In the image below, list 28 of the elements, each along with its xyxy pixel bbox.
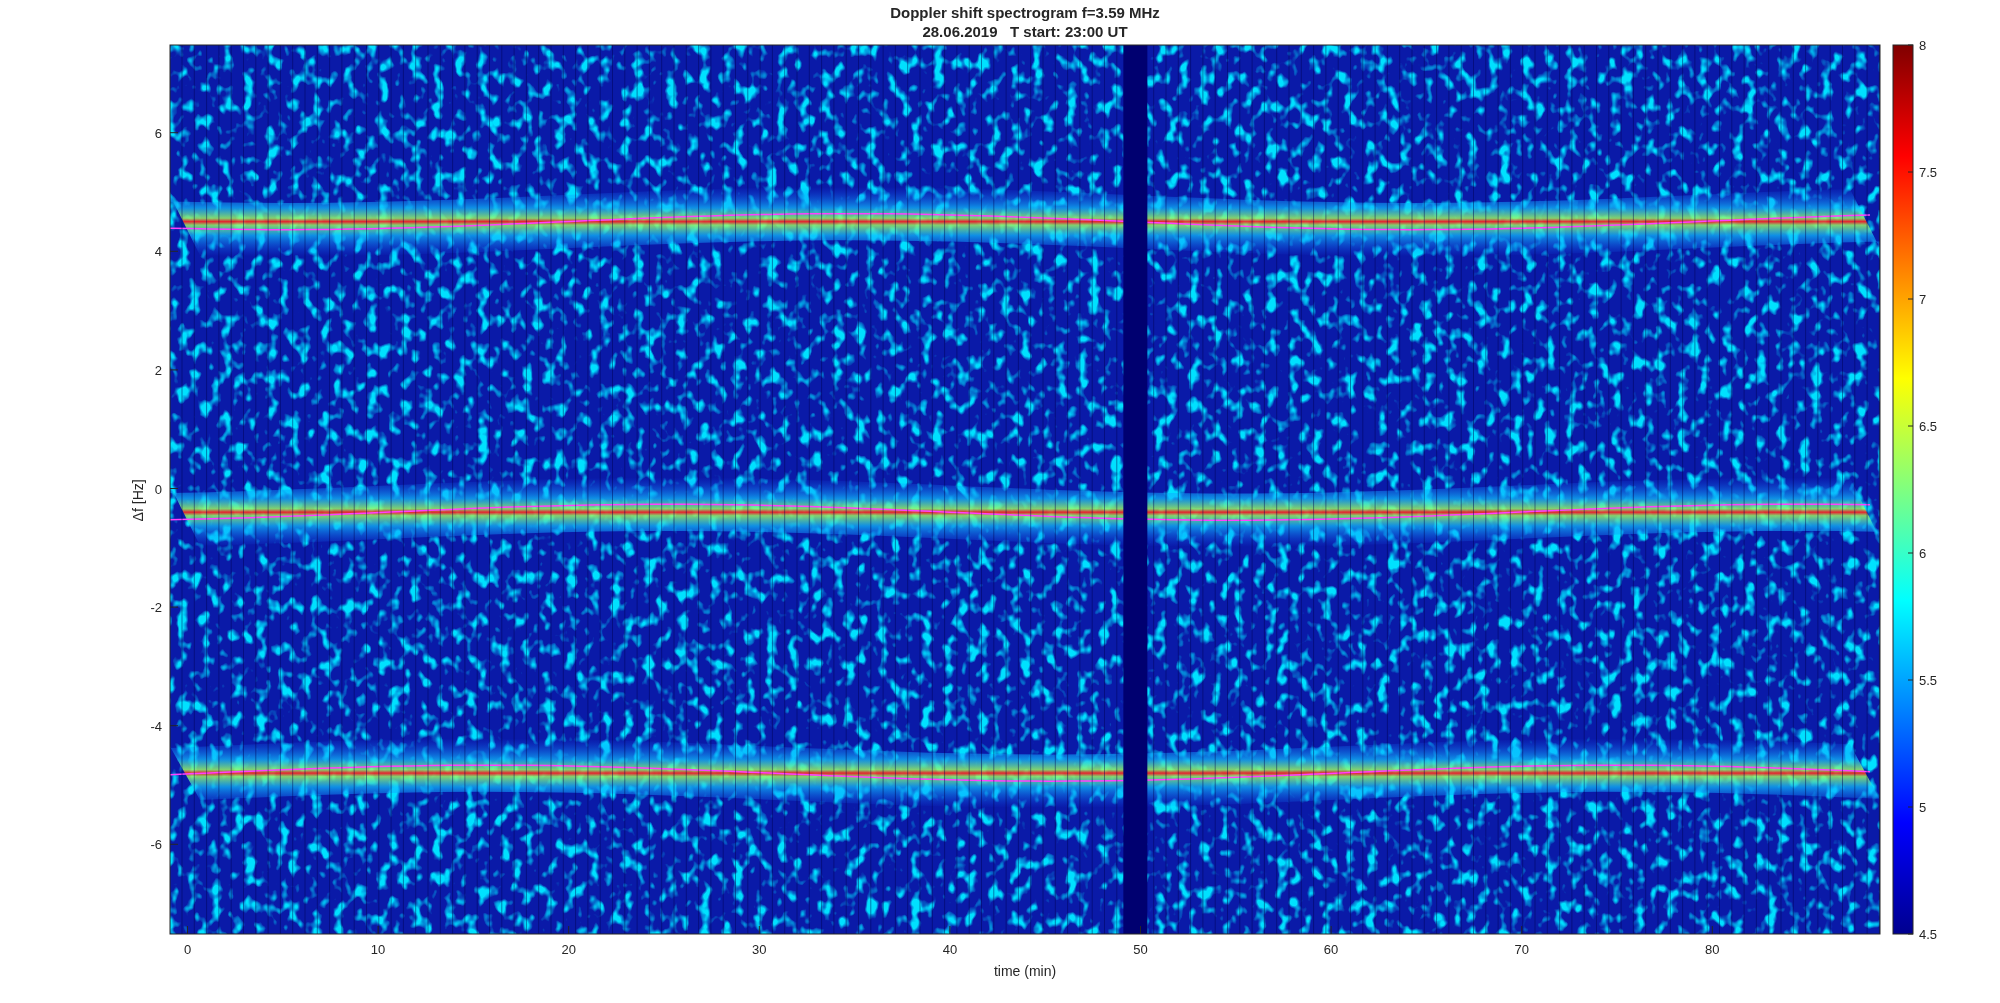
x-axis-tick-label: 40 (942, 942, 958, 957)
x-axis-label: time (min) (993, 963, 1057, 979)
colorbar-tick-label: 6 (1919, 546, 1927, 561)
x-axis-tick-label: 50 (1133, 942, 1148, 957)
x-axis-tick-label: 0 (183, 942, 192, 957)
x-axis-tick-label: 80 (1705, 942, 1720, 957)
colorbar-tick-label: 7.5 (1919, 165, 1938, 180)
x-axis-tick-label: 60 (1323, 942, 1339, 957)
y-axis-tick-label: 2 (154, 362, 162, 378)
colorbar-tick-label: 4.5 (1919, 927, 1938, 942)
y-axis-tick-label: 4 (154, 244, 162, 260)
colorbar-tick-label: 7 (1919, 292, 1927, 307)
y-axis-tick-label: -4 (150, 718, 162, 734)
y-axis-tick-label: -2 (150, 600, 162, 616)
colorbar-tick-label: 6.5 (1919, 419, 1938, 434)
y-axis-label: Δf [Hz] (130, 479, 146, 522)
chart-subtitle: 28.06.2019 T start: 23:00 UT (922, 23, 1128, 40)
y-axis-tick-label: 0 (154, 481, 162, 497)
colorbar-tick-label: 5 (1919, 800, 1927, 815)
x-axis-tick-label: 10 (370, 942, 386, 957)
chart-title: Doppler shift spectrogram f=3.59 MHz (890, 4, 1160, 21)
colorbar-tick-label: 5.5 (1919, 673, 1938, 688)
y-axis-tick-label: 6 (154, 125, 162, 141)
x-axis-tick-label: 70 (1514, 942, 1529, 957)
x-axis-tick-label: 30 (752, 942, 767, 957)
colorbar-tick-label: 8 (1919, 38, 1927, 53)
y-axis-tick-label: -6 (150, 837, 162, 853)
x-axis-tick-label: 20 (561, 942, 576, 957)
